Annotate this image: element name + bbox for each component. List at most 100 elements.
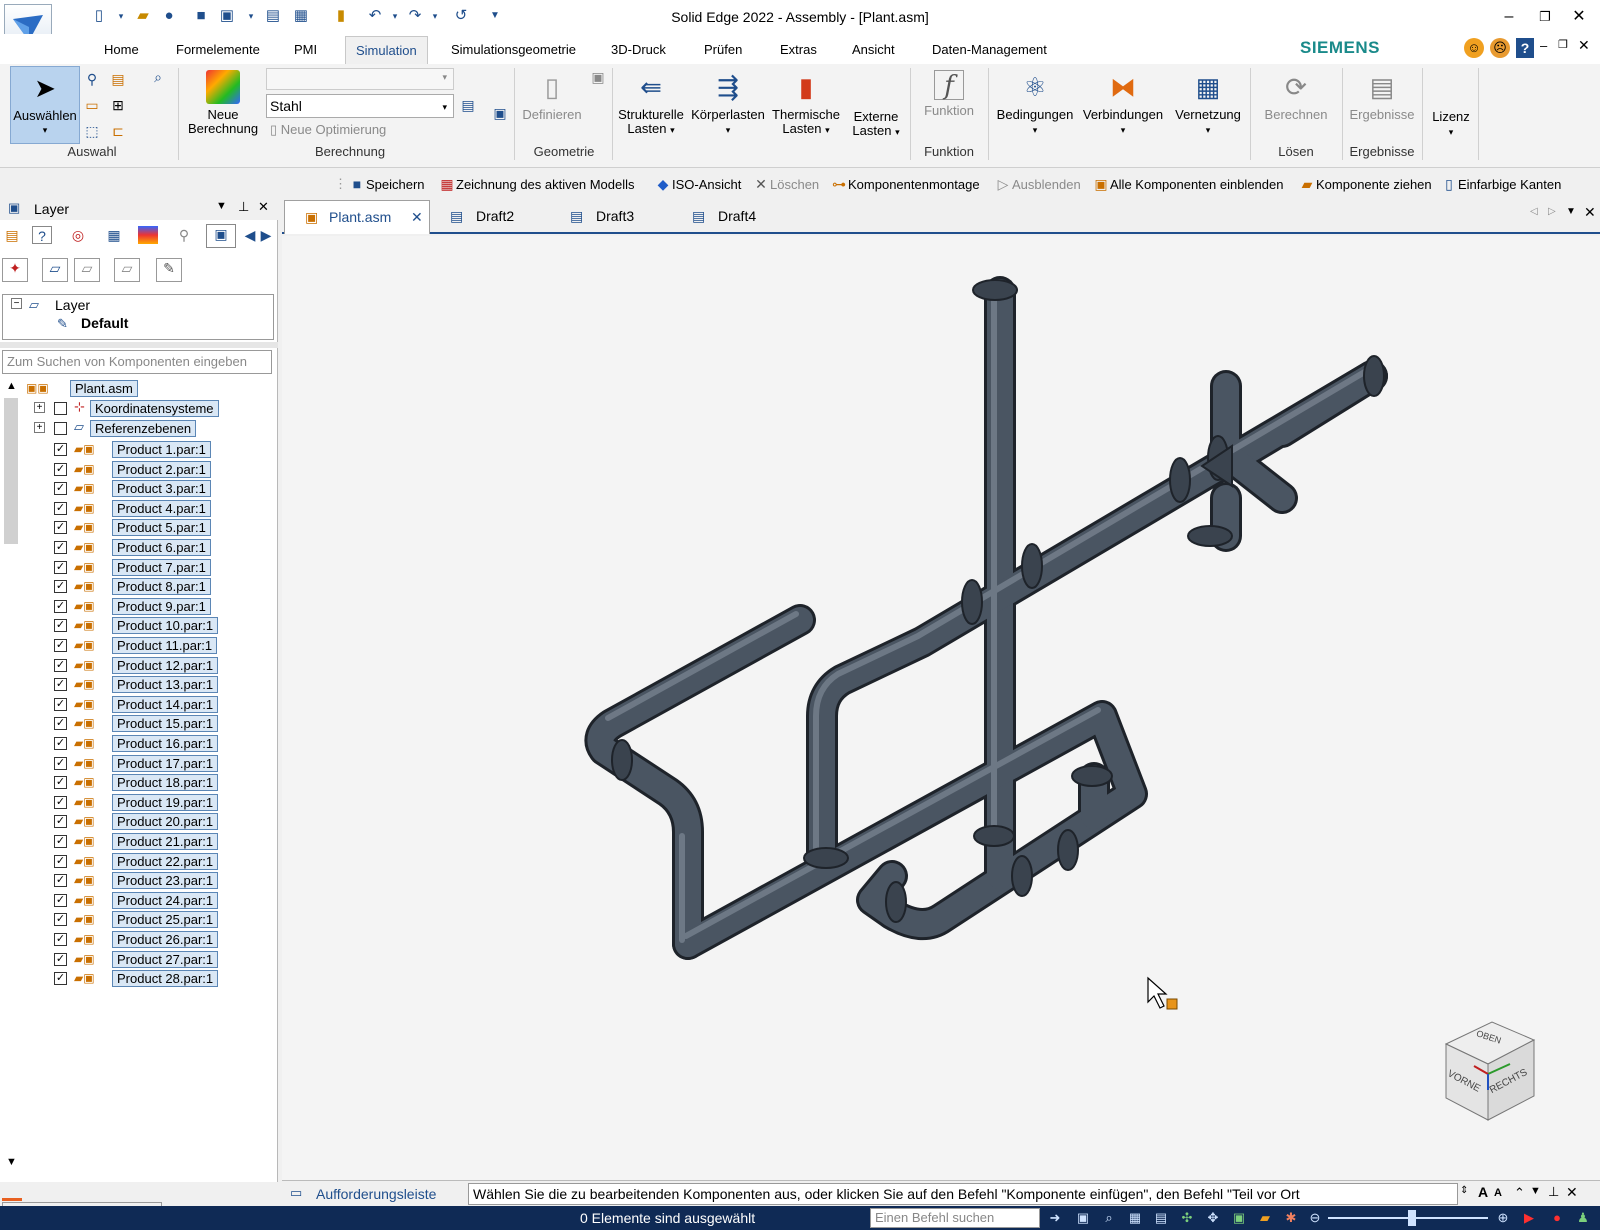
visibility-checkbox[interactable]: ✓ bbox=[54, 482, 67, 496]
visibility-checkbox[interactable]: ✓ bbox=[54, 521, 67, 535]
notification-icon[interactable]: ♟ bbox=[1574, 1209, 1592, 1227]
tree-item-label[interactable]: Product 3.par:1 bbox=[112, 480, 211, 498]
font-increase-icon[interactable]: A bbox=[1478, 1184, 1488, 1200]
tree-item-label[interactable]: Product 4.par:1 bbox=[112, 499, 211, 517]
tree-row[interactable]: ✓ ▰▣ Product 16.par:1 bbox=[0, 734, 278, 753]
doc-tab-draft2[interactable]: ▤ Draft2 bbox=[432, 200, 550, 234]
tree-row[interactable]: ✓ ▰▣ Product 23.par:1 bbox=[0, 871, 278, 890]
tab-home[interactable]: Home bbox=[104, 40, 139, 62]
select-components-icon[interactable]: ⊏ bbox=[108, 122, 128, 140]
visibility-checkbox[interactable]: ✓ bbox=[54, 933, 67, 946]
tree-row[interactable]: ✓ ▰▣ Product 20.par:1 bbox=[0, 812, 278, 831]
tab-list-icon[interactable]: ▼ bbox=[1566, 206, 1576, 217]
panel-menu-icon[interactable]: ▼ bbox=[216, 200, 227, 212]
visibility-checkbox[interactable]: ✓ bbox=[54, 599, 67, 613]
filter-icon[interactable]: ⚲ bbox=[82, 70, 102, 88]
visibility-checkbox[interactable]: ✓ bbox=[54, 835, 67, 848]
select-tool-button[interactable]: ➤ Auswählen ▾ bbox=[10, 66, 80, 144]
tree-item-label[interactable]: Product 13.par:1 bbox=[112, 676, 219, 694]
tree-row[interactable]: ✓ ▰▣ Product 27.par:1 bbox=[0, 950, 278, 969]
study-options-icon[interactable]: ▣ bbox=[490, 104, 510, 122]
hide-layer-icon[interactable]: ▱ bbox=[74, 258, 100, 282]
minimize-icon[interactable]: – bbox=[1494, 6, 1524, 28]
scroll-up-icon[interactable]: ▲ bbox=[6, 380, 17, 392]
study-select[interactable]: ▾ bbox=[266, 68, 454, 90]
external-loads-button[interactable]: Externe Lasten ▾ bbox=[846, 110, 906, 154]
search-go-icon[interactable]: ➜ bbox=[1046, 1209, 1064, 1227]
tab-daten-management[interactable]: Daten-Management bbox=[932, 40, 1047, 62]
tree-row[interactable]: ✓ ▰▣ Product 17.par:1 bbox=[0, 754, 278, 773]
tree-row[interactable]: ✓ ▰▣ Product 22.par:1 bbox=[0, 852, 278, 871]
draw-active-model-command[interactable]: ▦ Zeichnung des aktiven Modells bbox=[438, 176, 634, 193]
hide-command[interactable]: ▷ Ausblenden bbox=[994, 176, 1081, 193]
move-to-layer-icon[interactable]: ▱ bbox=[114, 258, 140, 282]
iso-view-command[interactable]: ◆ ISO-Ansicht bbox=[654, 176, 742, 193]
tab-formelemente[interactable]: Formelemente bbox=[176, 40, 260, 62]
doc-tab-plant[interactable]: ▣ Plant.asm ✕ bbox=[284, 200, 430, 234]
select-assemblies-icon[interactable]: ▭ bbox=[82, 96, 102, 114]
tree-item-label[interactable]: Product 28.par:1 bbox=[112, 970, 219, 988]
tree-item-label[interactable]: Product 7.par:1 bbox=[112, 558, 211, 576]
prompt-close-icon[interactable]: ✕ bbox=[1566, 1184, 1578, 1201]
structural-loads-button[interactable]: ⇚ Strukturelle Lasten ▾ bbox=[614, 70, 688, 160]
tab-ansicht[interactable]: Ansicht bbox=[852, 40, 895, 62]
tree-row[interactable]: ✓ ▰▣ Product 15.par:1 bbox=[0, 714, 278, 733]
tree-row[interactable]: ✓ ▰▣ Product 7.par:1 bbox=[0, 558, 278, 577]
select-box-icon[interactable]: ⬚ bbox=[82, 122, 102, 140]
expand-icon[interactable]: + bbox=[34, 422, 45, 433]
doc-tab-draft3[interactable]: ▤ Draft3 bbox=[552, 200, 670, 234]
visibility-checkbox[interactable]: ✓ bbox=[54, 560, 67, 574]
tree-item-label[interactable]: Product 2.par:1 bbox=[112, 460, 211, 478]
tree-row[interactable]: ✓ ▰▣ Product 2.par:1 bbox=[0, 460, 278, 479]
tree-row[interactable]: ✓ ▰▣ Product 14.par:1 bbox=[0, 695, 278, 714]
doc-restore-icon[interactable]: ❐ bbox=[1558, 38, 1568, 51]
colors-tab-icon[interactable]: ◎ bbox=[68, 226, 88, 244]
font-decrease-icon[interactable]: A bbox=[1494, 1187, 1502, 1199]
splitter[interactable] bbox=[0, 342, 278, 348]
tab-pruefen[interactable]: Prüfen bbox=[704, 40, 742, 62]
tree-item-label[interactable]: Product 18.par:1 bbox=[112, 774, 219, 792]
tree-item-label[interactable]: Product 17.par:1 bbox=[112, 754, 219, 772]
tree-item-label[interactable]: Product 10.par:1 bbox=[112, 617, 219, 635]
fit-view-icon[interactable]: ▣ bbox=[1074, 1209, 1092, 1227]
tree-item-label[interactable]: Product 20.par:1 bbox=[112, 813, 219, 831]
visibility-checkbox[interactable]: ✓ bbox=[54, 580, 67, 594]
visibility-checkbox[interactable]: ✓ bbox=[54, 658, 67, 672]
visibility-checkbox[interactable]: ✓ bbox=[54, 815, 67, 829]
tree-item-label[interactable]: Product 12.par:1 bbox=[112, 656, 219, 674]
tree-row[interactable]: ✓ ▰▣ Product 9.par:1 bbox=[0, 597, 278, 616]
pathfinder-tab-icon[interactable]: ▤ bbox=[2, 226, 22, 244]
tree-row[interactable]: ✓ ▰▣ Product 26.par:1 bbox=[0, 930, 278, 949]
spin-icon[interactable]: ✥ bbox=[1204, 1209, 1222, 1227]
component-assembly-command[interactable]: ⊶ Komponentenmontage bbox=[830, 176, 980, 193]
zoom-area-icon[interactable]: ▦ bbox=[1126, 1209, 1144, 1227]
visibility-checkbox[interactable]: ✓ bbox=[54, 874, 67, 888]
zoom-slider-thumb[interactable] bbox=[1408, 1210, 1416, 1226]
pin-icon[interactable]: ⊥ bbox=[238, 199, 249, 215]
function-button[interactable]: f Funktion bbox=[914, 70, 984, 144]
tab-simulationsgeometrie[interactable]: Simulationsgeometrie bbox=[451, 40, 576, 62]
tree-row[interactable]: ✓ ▰▣ Product 8.par:1 bbox=[0, 577, 278, 596]
tab-3d-druck[interactable]: 3D-Druck bbox=[611, 40, 666, 62]
show-all-components-command[interactable]: ▣ Alle Komponenten einblenden bbox=[1092, 176, 1283, 193]
tree-item-label[interactable]: Product 11.par:1 bbox=[112, 637, 218, 654]
visibility-checkbox[interactable]: ✓ bbox=[54, 776, 67, 790]
tools-tab-icon[interactable]: ⚲ bbox=[174, 226, 194, 244]
visibility-checkbox[interactable]: ✓ bbox=[54, 541, 67, 554]
delete-layer-icon[interactable]: ✎ bbox=[156, 258, 182, 282]
help-icon[interactable]: ? bbox=[1516, 38, 1534, 58]
tree-row[interactable]: ✓ ▰▣ Product 24.par:1 bbox=[0, 891, 278, 910]
tree-item-label[interactable]: Product 19.par:1 bbox=[112, 793, 219, 811]
tree-row[interactable]: ✓ ▰▣ Product 6.par:1 bbox=[0, 538, 278, 557]
visibility-checkbox[interactable]: ✓ bbox=[54, 697, 67, 711]
tab-simulation[interactable]: Simulation bbox=[345, 36, 428, 66]
prompt-pin-icon[interactable]: ⊥ bbox=[1548, 1184, 1559, 1200]
tree-row[interactable]: ✓ ▰▣ Product 28.par:1 bbox=[0, 969, 278, 988]
doc-minimize-icon[interactable]: – bbox=[1540, 38, 1547, 53]
tree-item-label[interactable]: Product 15.par:1 bbox=[112, 715, 219, 733]
tree-item-reference-planes[interactable]: Referenzebenen bbox=[90, 420, 197, 437]
prompt-scroll-icon[interactable]: ⇕ bbox=[1460, 1185, 1468, 1196]
pipe-assembly-model[interactable] bbox=[282, 236, 1600, 1180]
monochrome-edges-command[interactable]: ▯ Einfarbige Kanten bbox=[1440, 176, 1561, 193]
tree-row[interactable]: ✓ ▰▣ Product 18.par:1 bbox=[0, 773, 278, 792]
